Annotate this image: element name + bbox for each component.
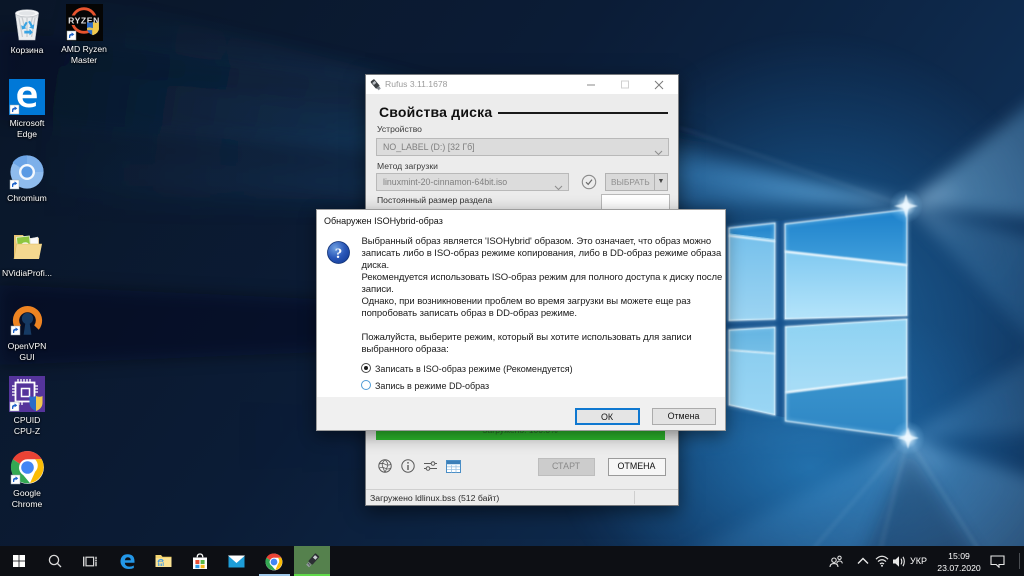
svg-text:?: ?: [335, 246, 343, 262]
